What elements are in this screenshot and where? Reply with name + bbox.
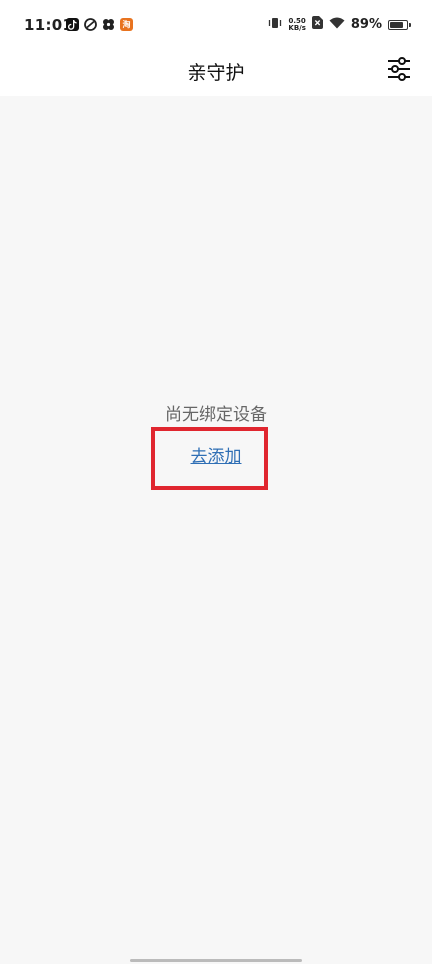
no-sim-icon <box>311 16 323 33</box>
main-content: 尚无绑定设备 去添加 <box>0 96 432 964</box>
status-bar: 11:01 淘 0.50 KB/s 89% <box>0 0 432 50</box>
empty-state-message: 尚无绑定设备 <box>165 405 267 425</box>
battery-percent: 89% <box>350 17 382 32</box>
nav-bar: 亲守护 <box>0 50 432 96</box>
taobao-icon: 淘 <box>120 18 133 31</box>
add-device-link[interactable]: 去添加 <box>191 447 242 467</box>
battery-icon <box>388 19 411 30</box>
network-speed-unit: KB/s <box>288 23 306 32</box>
sync-app-icon <box>84 18 97 31</box>
page-title: 亲守护 <box>187 62 245 84</box>
network-speed: 0.50 KB/s <box>288 17 306 32</box>
sliders-icon <box>388 57 410 81</box>
vibrate-icon <box>268 17 282 33</box>
pinwheel-app-icon <box>102 18 115 31</box>
tiktok-icon <box>66 18 79 31</box>
filter-settings-button[interactable] <box>386 56 412 82</box>
wifi-icon <box>329 17 345 33</box>
add-device-link-container: 去添加 <box>0 442 432 467</box>
status-right: 0.50 KB/s 89% <box>268 16 411 33</box>
battery-fill <box>390 21 403 28</box>
home-indicator[interactable] <box>130 959 302 962</box>
notification-icons: 淘 <box>66 18 133 31</box>
